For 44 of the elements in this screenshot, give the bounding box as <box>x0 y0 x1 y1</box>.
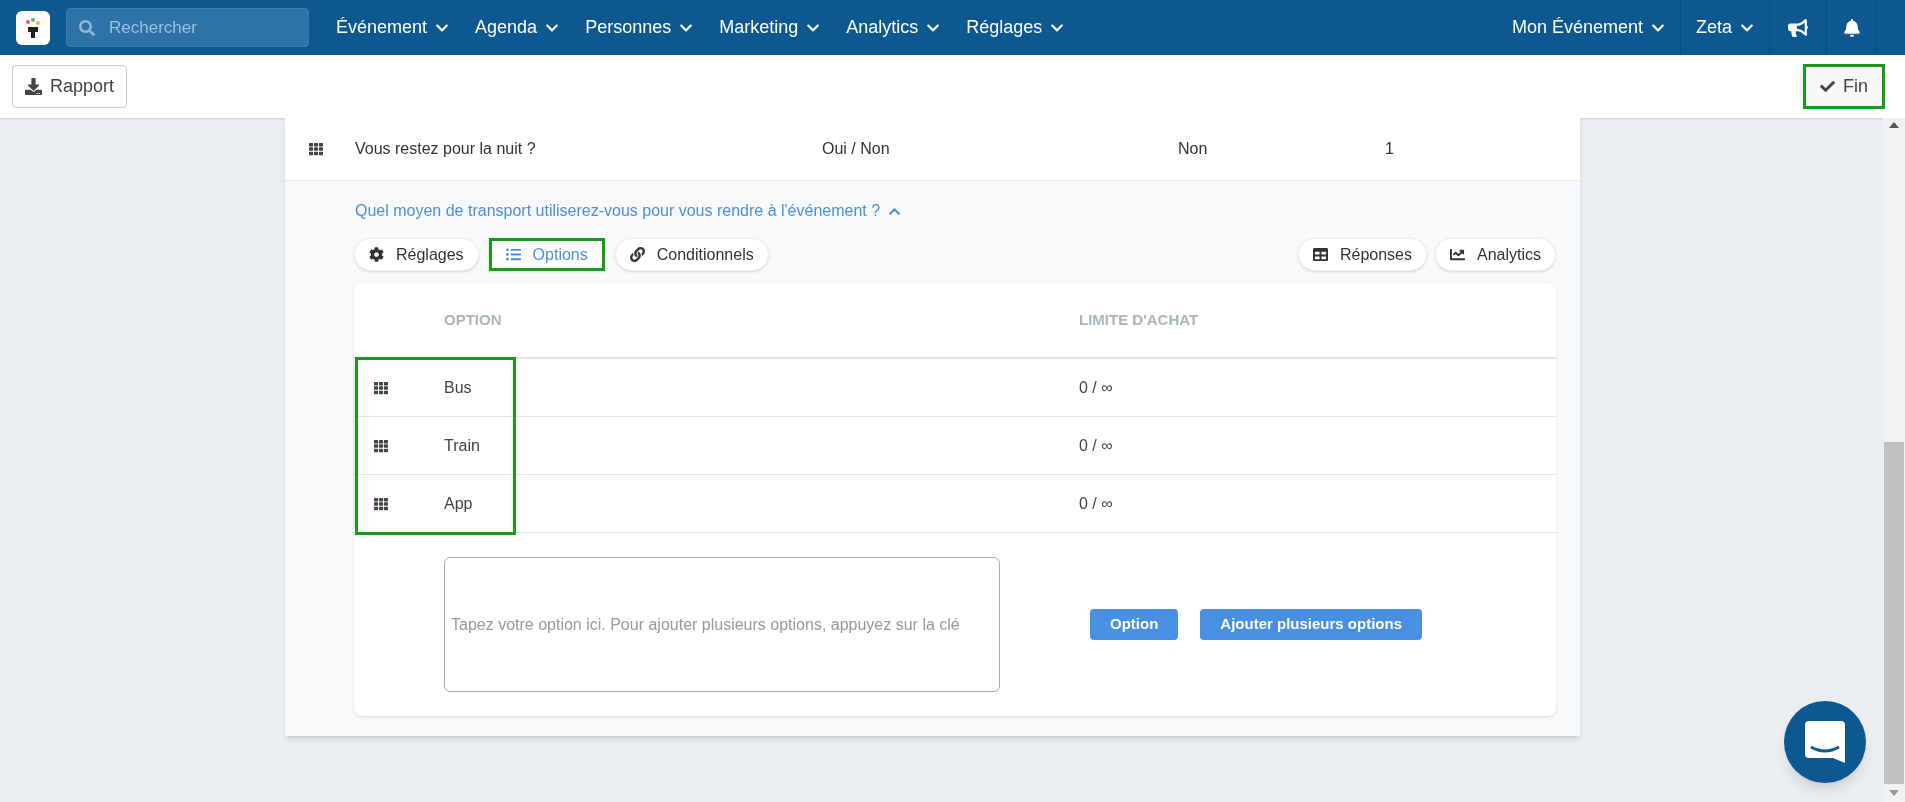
option-input-field[interactable]: Tapez votre option ici. Pour ajouter plusieurs options, appuyez sur la clé <box>444 557 1000 692</box>
column-header: LIMITE D'ACHAT <box>1079 309 1199 330</box>
megaphone-icon <box>1788 17 1808 38</box>
tab[interactable]: Réglages <box>354 238 479 271</box>
nav-menu[interactable]: Événement <box>336 14 450 41</box>
nav-menu[interactable]: Analytics <box>846 14 941 41</box>
option-name: App <box>444 493 474 514</box>
answer-type-text: Oui / Non <box>822 139 891 159</box>
nav-menu[interactable]: Personnes <box>585 14 694 41</box>
grid-handle-icon[interactable] <box>309 142 323 156</box>
tab[interactable]: Analytics <box>1434 238 1556 271</box>
done-button[interactable]: Fin <box>1803 64 1885 109</box>
nav-menu[interactable]: Marketing <box>719 14 821 41</box>
chart-icon <box>1449 247 1465 262</box>
list-icon <box>505 247 521 262</box>
table-icon <box>1312 247 1328 262</box>
purchase-limit: 0 / ∞ <box>1079 377 1113 398</box>
grid-handle-icon[interactable] <box>374 380 388 395</box>
grid-handle-icon[interactable] <box>374 438 388 453</box>
option-name: Bus <box>444 377 473 398</box>
purchase-limit: 0 / ∞ <box>1079 493 1113 514</box>
scroll-up-arrow-icon[interactable] <box>1889 122 1899 128</box>
tab[interactable]: Conditionnels <box>614 238 769 271</box>
nav-menu[interactable]: Agenda <box>475 14 560 41</box>
question-text: Vous restez pour la nuit ? <box>355 139 537 159</box>
tab[interactable]: Réponses <box>1297 238 1427 271</box>
grid-handle-icon[interactable] <box>374 496 388 511</box>
column-header: OPTION <box>444 309 503 330</box>
report-button[interactable]: Rapport <box>12 65 128 108</box>
check-icon <box>1820 79 1835 94</box>
option-name: Train <box>444 435 481 456</box>
download-icon <box>25 78 42 95</box>
nav-menu[interactable]: Réglages <box>966 14 1065 41</box>
app-logo[interactable] <box>16 10 50 45</box>
purchase-limit: 0 / ∞ <box>1079 435 1113 456</box>
count-text: 1 <box>1385 139 1394 159</box>
search-field[interactable]: Rechercher <box>66 8 309 47</box>
chat-bubble-icon <box>1805 721 1845 763</box>
bell-icon <box>1842 18 1861 37</box>
link-icon <box>629 247 645 262</box>
scrollbar-thumb[interactable] <box>1884 442 1904 784</box>
required-text: Non <box>1178 139 1209 159</box>
search-icon <box>79 20 95 36</box>
gear-icon <box>369 247 384 262</box>
